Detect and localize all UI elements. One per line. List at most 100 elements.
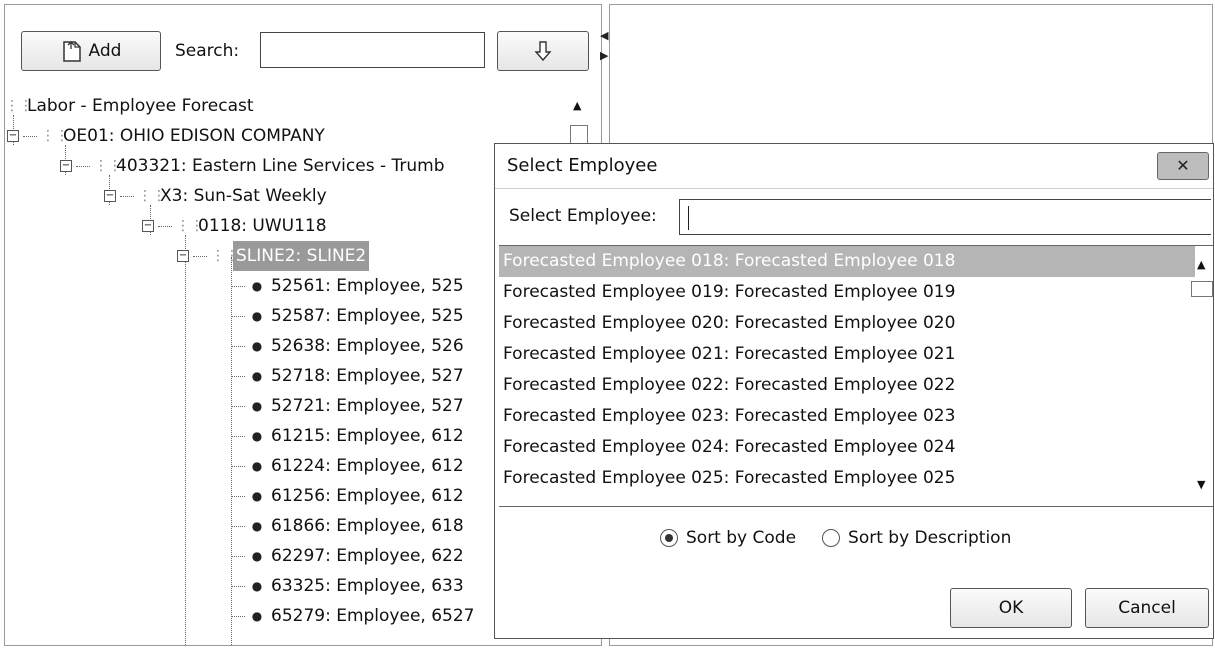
tree-node-label: X3: Sun-Sat Weekly	[160, 186, 327, 206]
collapse-icon[interactable]: −	[177, 250, 189, 262]
collapse-icon[interactable]: −	[60, 160, 72, 172]
tree-node-label: 61224: Employee, 612	[271, 456, 464, 476]
tree-node-employee[interactable]: ● 52721: Employee, 527	[231, 391, 464, 421]
employee-list-item[interactable]: Forecasted Employee 024: Forecasted Empl…	[499, 432, 1195, 463]
tree-node-employee[interactable]: ● 61215: Employee, 612	[231, 421, 464, 451]
tree-node-employee[interactable]: ● 61224: Employee, 612	[231, 451, 464, 481]
tree-node-label: 52561: Employee, 525	[271, 276, 464, 296]
tree-node-label: 52721: Employee, 527	[271, 396, 464, 416]
tree-node-line[interactable]: − ⋮⋮ SLINE2: SLINE2	[177, 241, 370, 271]
tree-connector	[231, 315, 245, 317]
cancel-button[interactable]: Cancel	[1085, 588, 1209, 628]
sort-by-description-radio[interactable]: Sort by Description	[822, 528, 1011, 548]
scroll-up-icon[interactable]: ▲	[573, 99, 581, 112]
employee-list-item[interactable]: Forecasted Employee 023: Forecasted Empl…	[499, 401, 1195, 432]
tree-line	[185, 235, 186, 645]
tree-connector	[231, 615, 245, 617]
scroll-down-icon[interactable]: ▼	[1197, 478, 1205, 491]
folder-icon: ⋮⋮	[211, 248, 239, 264]
tree-node-department[interactable]: − ⋮⋮ 403321: Eastern Line Services - Tru…	[60, 151, 445, 181]
download-button[interactable]	[497, 31, 589, 71]
tree-node-schedule[interactable]: − ⋮⋮ X3: Sun-Sat Weekly	[104, 181, 327, 211]
collapse-icon[interactable]: −	[142, 220, 154, 232]
add-icon	[62, 41, 81, 62]
folder-icon: ⋮⋮	[94, 158, 122, 174]
tree-connector	[231, 525, 245, 527]
tree-connector	[193, 255, 207, 257]
tree-node-employee[interactable]: ● 61256: Employee, 612	[231, 481, 464, 511]
employee-list-item[interactable]: Forecasted Employee 019: Forecasted Empl…	[499, 277, 1195, 308]
tree-node-employee[interactable]: ● 52587: Employee, 525	[231, 301, 464, 331]
tree-node-label: 63325: Employee, 633	[271, 576, 464, 596]
employee-list-item[interactable]: Forecasted Employee 021: Forecasted Empl…	[499, 339, 1195, 370]
tree-node-label: 403321: Eastern Line Services - Trumb	[116, 156, 445, 176]
tree-node-employee[interactable]: ● 62297: Employee, 622	[231, 541, 464, 571]
folder-icon: ⋮⋮	[41, 128, 69, 144]
download-arrow-icon	[534, 41, 552, 62]
pane-splitter[interactable]: ◀ ▶	[600, 26, 608, 66]
collapse-icon[interactable]: −	[104, 190, 116, 202]
add-button[interactable]: Add	[21, 31, 161, 71]
tree-node-employee[interactable]: ● 52561: Employee, 525	[231, 271, 464, 301]
sort-by-code-radio[interactable]: Sort by Code	[660, 528, 796, 548]
scroll-thumb[interactable]	[1191, 281, 1213, 297]
tree-connector	[231, 495, 245, 497]
employee-bullet-icon: ●	[251, 549, 263, 563]
employee-bullet-icon: ●	[251, 519, 263, 533]
tree-node-label: 0118: UWU118	[198, 216, 327, 236]
close-icon[interactable]: ✕	[1157, 152, 1209, 180]
employee-bullet-icon: ●	[251, 279, 263, 293]
tree-node-employee[interactable]: ● 65279: Employee, 6527	[231, 601, 474, 631]
employee-bullet-icon: ●	[251, 579, 263, 593]
tree-node-employee[interactable]: ● 61866: Employee, 618	[231, 511, 464, 541]
search-input[interactable]	[260, 32, 485, 68]
employee-list-item-selected[interactable]: Forecasted Employee 018: Forecasted Empl…	[499, 246, 1195, 277]
tree-connector	[231, 585, 245, 587]
sort-options: Sort by Code Sort by Description	[660, 528, 1011, 548]
employee-bullet-icon: ●	[251, 309, 263, 323]
tree-node-employee[interactable]: ● 63325: Employee, 633	[231, 571, 464, 601]
ok-button[interactable]: OK	[950, 588, 1072, 628]
employee-list[interactable]: Forecasted Employee 018: Forecasted Empl…	[499, 245, 1213, 507]
employee-list-item[interactable]: Forecasted Employee 022: Forecasted Empl…	[499, 370, 1195, 401]
expand-right-icon[interactable]: ▶	[600, 46, 608, 66]
scroll-up-icon[interactable]: ▲	[1197, 258, 1205, 271]
tree-connector	[231, 465, 245, 467]
employee-bullet-icon: ●	[251, 399, 263, 413]
radio-selected-icon[interactable]	[660, 529, 678, 547]
tree-node-company[interactable]: − ⋮⋮ OE01: OHIO EDISON COMPANY	[7, 121, 325, 151]
tree-node-employee[interactable]: ● 52638: Employee, 526	[231, 331, 464, 361]
tree-node-label: 52638: Employee, 526	[271, 336, 464, 356]
employee-bullet-icon: ●	[251, 459, 263, 473]
employee-bullet-icon: ●	[251, 609, 263, 623]
employee-bullet-icon: ●	[251, 339, 263, 353]
dialog-title-bar[interactable]: Select Employee ✕	[495, 144, 1213, 189]
tree-node-label-selected: SLINE2: SLINE2	[233, 241, 370, 271]
dialog-title: Select Employee	[507, 155, 658, 176]
sort-by-description-label: Sort by Description	[848, 528, 1012, 548]
tree-connector	[76, 165, 90, 167]
select-employee-input[interactable]	[679, 199, 1211, 235]
tree-node-label: 61215: Employee, 612	[271, 426, 464, 446]
tree-connector	[231, 555, 245, 557]
tree-connector	[231, 405, 245, 407]
tree-node-employee[interactable]: ● 52718: Employee, 527	[231, 361, 464, 391]
tree-node-label: 61866: Employee, 618	[271, 516, 464, 536]
search-label: Search:	[175, 41, 240, 61]
text-caret	[688, 206, 689, 230]
tree-node-label: 61256: Employee, 612	[271, 486, 464, 506]
employee-bullet-icon: ●	[251, 369, 263, 383]
toolbar: Add Search:	[5, 5, 601, 85]
tree-node-unit[interactable]: − ⋮⋮ 0118: UWU118	[142, 211, 327, 241]
tree-node-label: 65279: Employee, 6527	[271, 606, 475, 626]
employee-list-item[interactable]: Forecasted Employee 020: Forecasted Empl…	[499, 308, 1195, 339]
employee-list-scrollbar[interactable]: ▲ ▼	[1191, 246, 1213, 506]
radio-unselected-icon[interactable]	[822, 529, 841, 547]
employee-list-item[interactable]: Forecasted Employee 025: Forecasted Empl…	[499, 463, 1195, 494]
tree-connector	[231, 435, 245, 437]
employee-bullet-icon: ●	[251, 429, 263, 443]
tree-node-root[interactable]: ⋮⋮ Labor - Employee Forecast	[5, 91, 254, 121]
collapse-icon[interactable]: −	[7, 130, 19, 142]
collapse-left-icon[interactable]: ◀	[600, 26, 608, 46]
employee-bullet-icon: ●	[251, 489, 263, 503]
